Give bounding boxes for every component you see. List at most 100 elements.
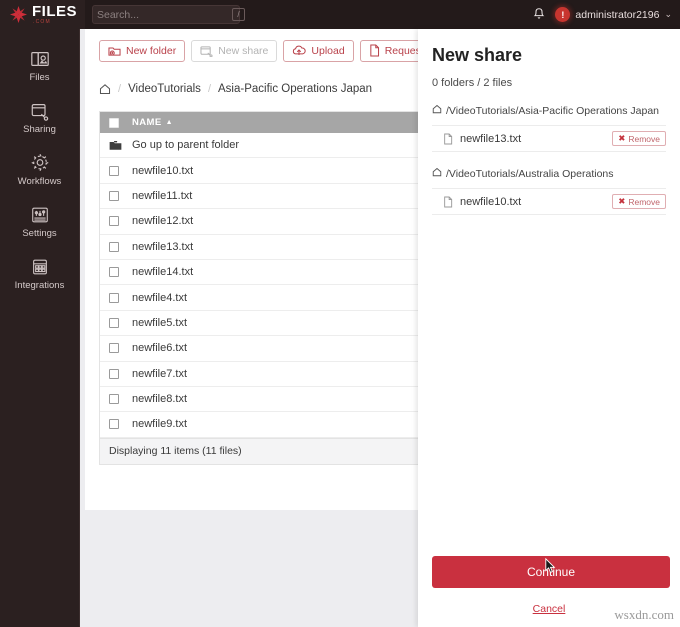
top-bar: FILES .COM / ! administrator2196 ⌄ (0, 0, 680, 29)
sidebar-item-label: Sharing (23, 123, 56, 135)
table-row[interactable]: newfile7.txt (100, 361, 421, 387)
sort-ascending-icon: ▲ (165, 119, 173, 126)
breadcrumb-separator: / (118, 82, 122, 95)
request-file-icon (369, 44, 380, 57)
table-row[interactable]: newfile8.txt (100, 386, 421, 413)
sharing-icon (29, 101, 51, 121)
files-logo-icon (9, 5, 28, 24)
table-row[interactable]: newfile13.txt (100, 234, 421, 260)
file-name: newfile7.txt (132, 367, 188, 380)
sidebar-item-label: Integrations (14, 279, 65, 291)
brand-suffix: .COM (33, 19, 51, 25)
username-label: administrator2196 (575, 8, 660, 21)
row-checkbox[interactable] (109, 343, 119, 354)
row-checkbox[interactable] (109, 394, 119, 405)
home-icon[interactable] (99, 83, 111, 95)
remove-file-button[interactable]: ✖ Remove (612, 131, 666, 146)
share-file-row: newfile13.txt ✖ Remove (432, 125, 666, 152)
new-share-label: New share (218, 44, 269, 57)
panel-title: New share (432, 45, 523, 65)
go-up-row[interactable]: Go up to parent folder (100, 133, 421, 159)
table-row[interactable]: newfile11.txt (100, 183, 421, 210)
share-file-name: newfile13.txt (460, 132, 522, 145)
remove-file-button[interactable]: ✖ Remove (612, 194, 666, 209)
sidebar-item-label: Settings (22, 227, 57, 239)
new-share-button[interactable]: New share (191, 39, 278, 62)
files-icon (29, 49, 51, 69)
user-menu[interactable]: ! administrator2196 ⌄ (555, 7, 672, 22)
remove-label: Remove (628, 133, 660, 144)
close-icon: ✖ (618, 133, 626, 143)
breadcrumb-item-0[interactable]: VideoTutorials (128, 83, 201, 95)
row-checkbox[interactable] (109, 190, 119, 201)
go-up-label: Go up to parent folder (132, 139, 240, 152)
table-row[interactable]: newfile6.txt (100, 336, 421, 362)
breadcrumb-item-1[interactable]: Asia-Pacific Operations Japan (218, 83, 372, 95)
sidebar-item-files[interactable]: Files (0, 40, 79, 91)
search-input[interactable] (97, 6, 232, 23)
continue-button[interactable]: Continue (432, 556, 670, 588)
row-checkbox[interactable] (109, 419, 119, 430)
share-group-path: /VideoTutorials/Australia Operations (432, 167, 666, 188)
file-name: newfile5.txt (132, 316, 188, 329)
grid-icon (29, 257, 51, 277)
column-header-name-label: NAME (132, 117, 162, 128)
watermark: wsxdn.com (614, 607, 674, 622)
file-name: newfile8.txt (132, 393, 188, 406)
table-row[interactable]: newfile5.txt (100, 310, 421, 337)
sidebar-item-settings[interactable]: Settings (0, 196, 79, 247)
new-share-panel: New share 0 folders / 2 files /VideoTuto… (418, 29, 680, 627)
sidebar-item-integrations[interactable]: Integrations (0, 248, 79, 299)
sidebar-item-label: Workflows (17, 176, 62, 187)
share-file-name: newfile10.txt (460, 195, 522, 208)
remove-label: Remove (628, 196, 660, 207)
new-folder-button[interactable]: New folder (99, 39, 186, 62)
file-name: newfile12.txt (132, 215, 194, 228)
new-folder-icon (108, 45, 121, 57)
table-row[interactable]: newfile4.txt (100, 285, 421, 311)
file-name: newfile14.txt (132, 266, 194, 279)
sliders-icon (29, 205, 51, 225)
table-header-row: NAME ▲ (100, 112, 421, 133)
file-name: newfile4.txt (132, 291, 188, 304)
file-name: newfile9.txt (132, 418, 188, 431)
table-footer: Displaying 11 items (11 files) (100, 437, 421, 465)
table-row[interactable]: newfile9.txt (100, 412, 421, 438)
table-row[interactable]: newfile14.txt (100, 259, 421, 286)
search-box[interactable]: / (92, 5, 245, 24)
sidebar-item-sharing[interactable]: Sharing (0, 92, 79, 143)
brand-name: FILES (32, 3, 78, 20)
select-all-checkbox[interactable] (109, 117, 119, 128)
home-icon (432, 104, 442, 117)
file-name: newfile11.txt (132, 189, 193, 202)
row-checkbox[interactable] (109, 216, 119, 227)
brand-logo[interactable]: FILES .COM (0, 0, 85, 29)
upload-button[interactable]: Upload (283, 39, 354, 62)
file-table: NAME ▲ Go up to parent folder newfile10.… (99, 111, 422, 465)
new-folder-label: New folder (126, 44, 177, 57)
search-shortcut-hint: / (232, 8, 245, 21)
share-group: /VideoTutorials/Australia Operations new… (432, 167, 666, 215)
table-row[interactable]: newfile12.txt (100, 209, 421, 235)
row-checkbox[interactable] (109, 368, 119, 379)
row-checkbox[interactable] (109, 241, 119, 252)
panel-item-count: 0 folders / 2 files (432, 77, 513, 89)
row-checkbox[interactable] (109, 292, 119, 303)
avatar: ! (555, 7, 571, 22)
row-checkbox[interactable] (109, 165, 119, 176)
table-row[interactable]: newfile10.txt (100, 158, 421, 184)
bell-icon[interactable] (533, 7, 545, 23)
close-icon: ✖ (618, 196, 626, 206)
share-group-path-label: /VideoTutorials/Australia Operations (446, 167, 614, 180)
row-checkbox[interactable] (109, 267, 119, 278)
home-icon (432, 167, 442, 180)
file-icon (443, 133, 453, 145)
sidebar-item-label: Files (29, 71, 50, 83)
share-group-path: /VideoTutorials/Asia-Pacific Operations … (432, 104, 666, 125)
column-header-name[interactable]: NAME ▲ (132, 117, 173, 128)
sidebar-item-workflows[interactable]: Workflows (0, 144, 79, 195)
chevron-down-icon: ⌄ (664, 9, 672, 19)
share-group: /VideoTutorials/Asia-Pacific Operations … (432, 104, 666, 152)
upload-icon (292, 45, 307, 57)
row-checkbox[interactable] (109, 317, 119, 328)
